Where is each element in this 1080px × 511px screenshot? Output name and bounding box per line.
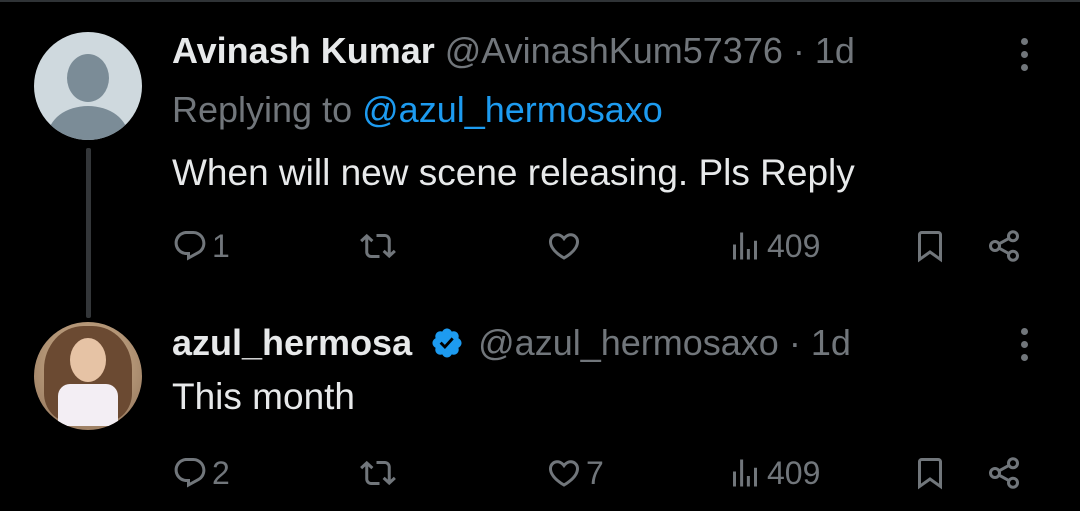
action-bar: 2 7 409	[0, 448, 1080, 498]
view-count: 409	[767, 454, 821, 491]
views-icon	[733, 459, 757, 487]
timestamp[interactable]: 1d	[815, 30, 855, 71]
tweet-header: Avinash Kumar @AvinashKum57376 · 1d	[172, 28, 855, 74]
thread-connector	[86, 148, 91, 318]
mention-link[interactable]: @azul_hermosaxo	[362, 89, 663, 130]
views-button[interactable]: 409	[727, 448, 820, 498]
verified-badge-icon[interactable]	[430, 326, 464, 360]
display-name[interactable]: azul_hermosa	[172, 322, 412, 363]
reply-button[interactable]: 1	[172, 221, 230, 271]
display-name[interactable]: Avinash Kumar	[172, 30, 435, 71]
bookmark-icon	[918, 458, 942, 490]
default-avatar-body	[48, 106, 128, 140]
like-count: 7	[586, 454, 604, 491]
views-icon	[733, 232, 757, 260]
retweet-icon	[360, 233, 396, 259]
timestamp[interactable]: 1d	[811, 322, 851, 363]
share-button[interactable]	[986, 221, 1022, 271]
replying-to: Replying to @azul_hermosaxo	[172, 88, 663, 132]
separator-dot: ·	[788, 322, 801, 363]
user-handle[interactable]: @azul_hermosaxo	[478, 322, 779, 363]
more-icon[interactable]	[1010, 324, 1040, 364]
action-bar: 1 409	[0, 221, 1080, 271]
avatar-face	[70, 338, 106, 382]
avatar[interactable]	[34, 322, 142, 430]
avatar-clothing	[58, 384, 118, 426]
like-button[interactable]	[546, 221, 586, 271]
views-button[interactable]: 409	[727, 221, 820, 271]
retweet-icon	[360, 460, 396, 486]
like-button[interactable]: 7	[546, 448, 604, 498]
separator-dot: ·	[792, 30, 805, 71]
avatar[interactable]	[34, 32, 142, 140]
retweet-button[interactable]	[360, 448, 400, 498]
default-avatar-head	[67, 54, 109, 102]
tweet-header: azul_hermosa @azul_hermosaxo · 1d	[172, 320, 851, 366]
replying-prefix: Replying to	[172, 89, 353, 130]
view-count: 409	[767, 227, 821, 264]
retweet-button[interactable]	[360, 221, 400, 271]
tweet-text: When will new scene releasing. Pls Reply	[172, 152, 855, 193]
bookmark-icon	[918, 231, 942, 263]
bookmark-button[interactable]	[912, 221, 948, 271]
heart-icon	[548, 460, 580, 487]
share-button[interactable]	[986, 448, 1022, 498]
heart-icon	[548, 233, 580, 260]
more-icon[interactable]	[1010, 34, 1040, 74]
bookmark-button[interactable]	[912, 448, 948, 498]
reply-count: 1	[212, 227, 230, 264]
tweet-reply[interactable]: Avinash Kumar @AvinashKum57376 · 1d Repl…	[0, 0, 1080, 290]
tweet-text: This month	[172, 376, 356, 417]
reply-icon	[174, 231, 206, 261]
share-icon	[989, 230, 1019, 262]
reply-button[interactable]: 2	[172, 448, 230, 498]
user-handle[interactable]: @AvinashKum57376	[445, 30, 783, 71]
tweet-reply[interactable]: azul_hermosa @azul_hermosaxo · 1d This m…	[0, 300, 1080, 511]
reply-count: 2	[212, 454, 230, 491]
reply-icon	[174, 458, 206, 488]
share-icon	[989, 457, 1019, 489]
